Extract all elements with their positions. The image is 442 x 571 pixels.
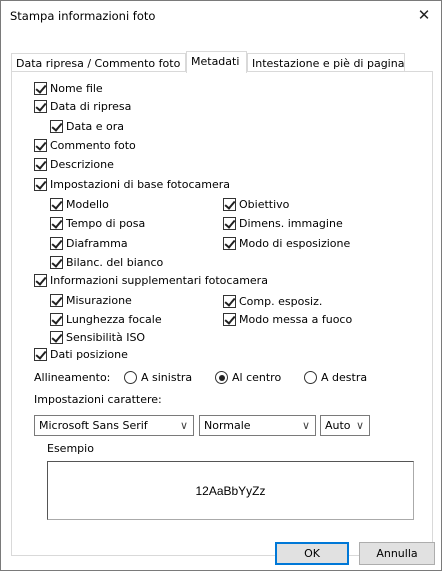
radio-circle[interactable] (304, 371, 317, 384)
font-style-select[interactable]: Normale ∨ (199, 415, 316, 436)
checkbox-modo-messa-fuoco[interactable]: Modo messa a fuoco (223, 313, 352, 326)
radio-circle[interactable] (124, 371, 137, 384)
checkbox-box[interactable] (50, 313, 63, 326)
checkbox-box[interactable] (223, 295, 236, 308)
radio-label: A destra (321, 371, 368, 384)
checkbox-label: Dimens. immagine (239, 217, 343, 230)
checkbox-bilanc-bianco[interactable]: Bilanc. del bianco (50, 256, 163, 269)
checkbox-comp-esposiz[interactable]: Comp. esposiz. (223, 295, 322, 308)
example-preview: 12AaBbYyZz (47, 461, 414, 520)
radio-align-center[interactable]: Al centro (215, 371, 281, 384)
checkbox-label: Dati posizione (50, 348, 128, 361)
chevron-down-icon: ∨ (355, 419, 364, 432)
checkbox-box[interactable] (34, 158, 47, 171)
checkbox-label: Sensibilità ISO (66, 331, 146, 344)
tab-metadati[interactable]: Metadati (186, 51, 247, 73)
checkbox-box[interactable] (50, 294, 63, 307)
checkbox-label: Descrizione (50, 158, 114, 171)
checkbox-diaframma[interactable]: Diaframma (50, 237, 128, 250)
ok-button[interactable]: OK (275, 542, 349, 565)
checkbox-box[interactable] (34, 100, 47, 113)
checkbox-box[interactable] (223, 217, 236, 230)
checkbox-label: Data e ora (66, 120, 125, 133)
font-size-value: Auto (325, 419, 351, 432)
font-settings-label: Impostazioni carattere: (34, 393, 162, 406)
checkbox-box[interactable] (50, 331, 63, 344)
example-label: Esempio (47, 442, 94, 455)
font-name-select[interactable]: Microsoft Sans Serif ∨ (34, 415, 194, 436)
checkbox-modello[interactable]: Modello (50, 198, 109, 211)
checkbox-box[interactable] (34, 82, 47, 95)
checkbox-tempo-posa[interactable]: Tempo di posa (50, 217, 145, 230)
chevron-down-icon: ∨ (301, 419, 310, 432)
checkbox-dati-posizione[interactable]: Dati posizione (34, 348, 128, 361)
font-name-value: Microsoft Sans Serif (39, 419, 148, 432)
checkbox-obiettivo[interactable]: Obiettivo (223, 198, 289, 211)
checkbox-label: Informazioni supplementari fotocamera (50, 274, 268, 287)
font-style-value: Normale (204, 419, 251, 432)
checkbox-label: Modello (66, 198, 109, 211)
checkbox-box[interactable] (50, 237, 63, 250)
checkbox-box[interactable] (34, 139, 47, 152)
checkbox-label: Data di ripresa (50, 100, 132, 113)
checkbox-info-supplementari[interactable]: Informazioni supplementari fotocamera (34, 274, 268, 287)
tab-intestazione[interactable]: Intestazione e piè di pagina (247, 53, 405, 72)
radio-align-left[interactable]: A sinistra (124, 371, 192, 384)
radio-circle[interactable] (215, 371, 228, 384)
checkbox-dimens-immagine[interactable]: Dimens. immagine (223, 217, 343, 230)
checkbox-label: Tempo di posa (66, 217, 146, 230)
checkbox-label: Misurazione (66, 294, 132, 307)
checkbox-box[interactable] (50, 217, 63, 230)
checkbox-box[interactable] (50, 198, 63, 211)
radio-label: Al centro (232, 371, 282, 384)
checkbox-box[interactable] (223, 237, 236, 250)
alignment-label: Allineamento: (34, 371, 111, 384)
font-size-select[interactable]: Auto ∨ (320, 415, 370, 436)
checkbox-label: Comp. esposiz. (239, 295, 323, 308)
checkbox-commento-foto[interactable]: Commento foto (34, 139, 136, 152)
checkbox-data-ripresa[interactable]: Data di ripresa (34, 100, 131, 113)
checkbox-box[interactable] (223, 198, 236, 211)
checkbox-impostazioni-base[interactable]: Impostazioni di base fotocamera (34, 178, 230, 191)
checkbox-box[interactable] (34, 348, 47, 361)
checkbox-lunghezza-focale[interactable]: Lunghezza focale (50, 313, 162, 326)
checkbox-label: Bilanc. del bianco (66, 256, 164, 269)
checkbox-box[interactable] (34, 274, 47, 287)
checkbox-label: Lunghezza focale (66, 313, 162, 326)
checkbox-box[interactable] (50, 256, 63, 269)
checkbox-data-ora[interactable]: Data e ora (50, 120, 124, 133)
checkbox-modo-esposizione[interactable]: Modo di esposizione (223, 237, 350, 250)
title-bar: Stampa informazioni foto ✕ (1, 1, 441, 29)
checkbox-label: Modo messa a fuoco (239, 313, 353, 326)
radio-label: A sinistra (141, 371, 193, 384)
checkbox-sensibilita-iso[interactable]: Sensibilità ISO (50, 331, 145, 344)
checkbox-label: Nome file (50, 82, 103, 95)
checkbox-label: Commento foto (50, 139, 136, 152)
checkbox-box[interactable] (34, 178, 47, 191)
close-icon[interactable]: ✕ (407, 1, 441, 29)
radio-align-right[interactable]: A destra (304, 371, 367, 384)
checkbox-label: Diaframma (66, 237, 128, 250)
print-photo-info-dialog: Stampa informazioni foto ✕ Data ripresa … (0, 0, 442, 571)
tab-data-ripresa[interactable]: Data ripresa / Commento foto (11, 53, 186, 72)
checkbox-descrizione[interactable]: Descrizione (34, 158, 114, 171)
window-title: Stampa informazioni foto (10, 9, 156, 23)
checkbox-nome-file[interactable]: Nome file (34, 82, 103, 95)
cancel-button[interactable]: Annulla (359, 542, 435, 565)
checkbox-box[interactable] (223, 313, 236, 326)
checkbox-label: Impostazioni di base fotocamera (50, 178, 230, 191)
checkbox-label: Obiettivo (239, 198, 290, 211)
checkbox-label: Modo di esposizione (239, 237, 351, 250)
checkbox-box[interactable] (50, 120, 63, 133)
example-text: 12AaBbYyZz (195, 483, 266, 498)
checkbox-misurazione[interactable]: Misurazione (50, 294, 132, 307)
chevron-down-icon: ∨ (179, 419, 188, 432)
